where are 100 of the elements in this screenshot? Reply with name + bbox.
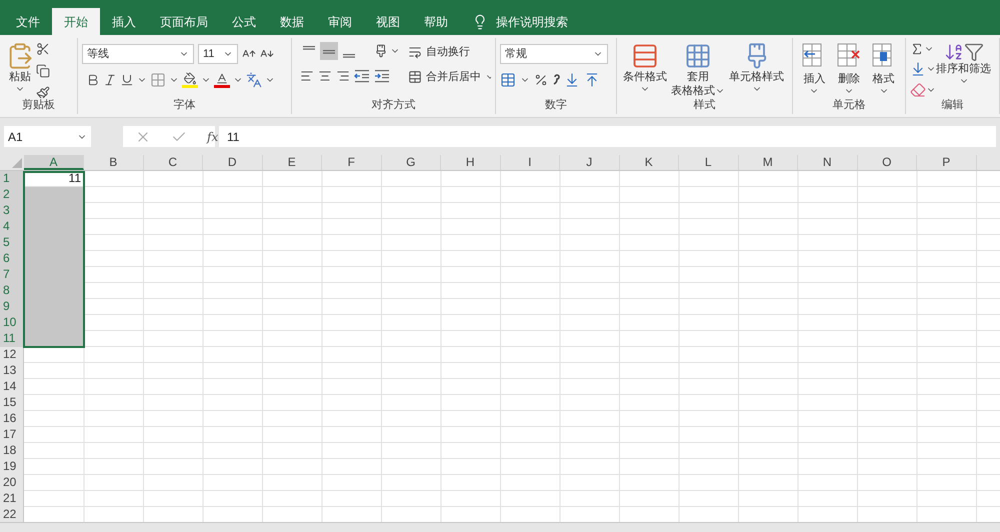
sort-filter-button[interactable]: 排序和筛选 bbox=[936, 38, 991, 98]
column-header[interactable]: C bbox=[144, 155, 203, 170]
insert-cells-button[interactable]: 插入 bbox=[799, 38, 830, 98]
row-header[interactable]: 22 bbox=[0, 507, 24, 523]
format-as-table-button[interactable]: 套用 表格格式 bbox=[669, 38, 727, 98]
copy-icon[interactable] bbox=[36, 64, 50, 78]
comma-style-icon[interactable] bbox=[552, 74, 560, 86]
clear-icon[interactable] bbox=[910, 82, 926, 98]
column-header[interactable]: G bbox=[382, 155, 441, 170]
column-header[interactable]: D bbox=[203, 155, 262, 170]
font-size-field[interactable]: 11 bbox=[198, 44, 238, 64]
formula-field[interactable]: 11 bbox=[219, 126, 996, 147]
group-label: 编辑 bbox=[940, 98, 964, 113]
group-label: 样式 bbox=[692, 98, 716, 113]
align-right-icon[interactable] bbox=[336, 69, 350, 83]
fill-icon[interactable] bbox=[910, 61, 926, 77]
group-label: 剪贴板 bbox=[21, 98, 56, 113]
column-header[interactable]: F bbox=[322, 155, 382, 170]
font-color-icon[interactable] bbox=[214, 72, 230, 88]
decrease-indent-icon[interactable] bbox=[354, 68, 370, 84]
column-header[interactable]: A bbox=[24, 155, 84, 170]
insert-function-button[interactable]: fx bbox=[207, 128, 218, 146]
table-cell[interactable]: 11 bbox=[24, 171, 84, 187]
column-header[interactable]: M bbox=[738, 155, 798, 170]
fill-color-icon[interactable] bbox=[182, 72, 198, 88]
row-header[interactable]: 9 bbox=[0, 299, 24, 315]
format-as-table-icon[interactable] bbox=[684, 42, 712, 70]
row-header[interactable]: 7 bbox=[0, 267, 24, 283]
column-header[interactable]: I bbox=[500, 155, 560, 170]
row-header[interactable]: 3 bbox=[0, 203, 24, 219]
column-header[interactable]: E bbox=[262, 155, 322, 170]
tell-me-search[interactable]: 操作说明搜索 bbox=[496, 12, 568, 30]
selected-cell[interactable] bbox=[24, 187, 84, 203]
conditional-format-button[interactable]: 条件格式 bbox=[621, 38, 669, 98]
autosum-icon[interactable] bbox=[910, 42, 924, 56]
column-header[interactable]: H bbox=[441, 155, 500, 170]
row-header[interactable]: 18 bbox=[0, 443, 24, 459]
column-header[interactable]: J bbox=[560, 155, 620, 170]
merge-cells-icon[interactable] bbox=[408, 70, 422, 84]
filter-icon[interactable] bbox=[964, 42, 984, 62]
row-header[interactable]: 11 bbox=[0, 331, 24, 347]
row-header[interactable]: 5 bbox=[0, 235, 24, 251]
group-label: 字体 bbox=[172, 98, 196, 113]
column-header[interactable]: N bbox=[798, 155, 858, 170]
row-header[interactable]: 12 bbox=[0, 347, 24, 363]
row-header[interactable]: 2 bbox=[0, 187, 24, 203]
delete-cells-button[interactable]: 删除 bbox=[834, 38, 864, 98]
cell-styles-button[interactable]: 单元格样式 bbox=[727, 38, 786, 98]
ribbon-tab[interactable]: 帮助 bbox=[412, 8, 460, 35]
row-header[interactable]: 10 bbox=[0, 315, 24, 331]
underline-icon[interactable] bbox=[120, 73, 134, 87]
phonetic-icon[interactable] bbox=[246, 72, 262, 88]
row-header[interactable]: 6 bbox=[0, 251, 24, 267]
column-header[interactable]: K bbox=[620, 155, 679, 170]
row-header[interactable]: 13 bbox=[0, 363, 24, 379]
row-header[interactable]: 4 bbox=[0, 219, 24, 235]
name-box[interactable]: A1 bbox=[4, 126, 91, 147]
cut-icon[interactable] bbox=[36, 42, 50, 56]
merge-center-button[interactable]: 合并后居中 bbox=[408, 68, 491, 85]
paste-button[interactable]: 粘贴 bbox=[4, 38, 36, 98]
row-header[interactable]: 16 bbox=[0, 411, 24, 427]
row-header[interactable]: 14 bbox=[0, 379, 24, 395]
increase-indent-icon[interactable] bbox=[374, 68, 390, 84]
row-header[interactable]: 15 bbox=[0, 395, 24, 411]
bold-icon[interactable] bbox=[86, 73, 100, 87]
row-header[interactable]: 8 bbox=[0, 283, 24, 299]
number-format-field[interactable]: 常规 bbox=[500, 44, 608, 64]
italic-icon[interactable] bbox=[103, 73, 117, 87]
increase-decimal-icon[interactable] bbox=[564, 72, 580, 88]
conditional-format-icon[interactable] bbox=[631, 42, 659, 70]
row-header[interactable]: 20 bbox=[0, 475, 24, 491]
column-header[interactable]: L bbox=[679, 155, 738, 170]
row-header[interactable]: 19 bbox=[0, 459, 24, 475]
decrease-decimal-icon[interactable] bbox=[584, 72, 600, 88]
ribbon-tab[interactable]: 视图 bbox=[364, 8, 412, 35]
row-header[interactable]: 17 bbox=[0, 427, 24, 443]
vertical-align-icon[interactable] bbox=[320, 42, 338, 60]
wrap-text-button[interactable]: 自动换行 bbox=[408, 44, 491, 60]
column-header[interactable]: B bbox=[84, 155, 144, 170]
ribbon-tab[interactable]: 插入 bbox=[100, 8, 148, 35]
borders-icon[interactable] bbox=[150, 72, 166, 88]
format-painter-icon[interactable] bbox=[36, 86, 50, 98]
row-header[interactable]: 21 bbox=[0, 491, 24, 507]
selected-cell[interactable] bbox=[24, 331, 84, 347]
ribbon-tab[interactable]: 数据 bbox=[268, 8, 316, 35]
ribbon-tab[interactable]: 公式 bbox=[220, 8, 268, 35]
ribbon-tab[interactable]: 审阅 bbox=[316, 8, 364, 35]
sort-icon[interactable] bbox=[944, 42, 964, 62]
row-header[interactable]: 1 bbox=[0, 171, 24, 187]
align-left-icon[interactable] bbox=[300, 69, 314, 83]
ribbon-tab[interactable]: 文件 bbox=[4, 8, 52, 35]
font-name-field[interactable]: 等线 bbox=[82, 44, 194, 64]
ribbon-tab[interactable]: 开始 bbox=[52, 8, 100, 35]
format-cells-button[interactable]: 格式 bbox=[868, 38, 899, 98]
column-header[interactable]: P bbox=[917, 155, 976, 170]
wrap-text-icon[interactable] bbox=[408, 45, 422, 60]
ribbon-tab[interactable]: 页面布局 bbox=[148, 8, 220, 35]
column-header[interactable]: O bbox=[858, 155, 917, 170]
align-center-icon[interactable] bbox=[318, 69, 332, 83]
percent-icon[interactable] bbox=[534, 73, 548, 87]
